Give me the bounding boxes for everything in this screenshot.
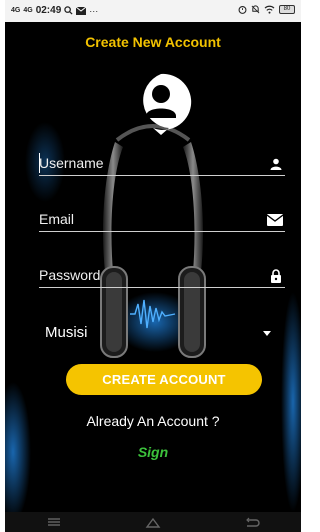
caret-down-icon	[263, 331, 271, 336]
role-dropdown[interactable]: Musisi	[45, 322, 275, 346]
signal-indicator-2: 4G	[23, 7, 33, 14]
password-field[interactable]: Password	[39, 265, 285, 288]
create-account-button[interactable]: CREATE ACCOUNT	[66, 364, 262, 395]
page-title: Create New Account	[85, 34, 221, 50]
battery-icon: 80	[279, 5, 295, 14]
profile-avatar-icon	[143, 73, 192, 135]
search-status-icon	[64, 6, 73, 15]
lock-icon	[271, 269, 281, 283]
email-placeholder: Email	[39, 211, 75, 227]
username-field[interactable]: Username	[39, 153, 285, 176]
back-icon[interactable]	[244, 515, 260, 529]
notification-off-icon	[251, 5, 260, 14]
username-placeholder: Username	[39, 155, 104, 171]
status-left: 4G 4G 02:49 ···	[11, 5, 98, 16]
status-more: ···	[89, 5, 99, 16]
email-field[interactable]: Email	[39, 209, 285, 232]
password-placeholder: Password	[39, 267, 101, 283]
status-bar: 4G 4G 02:49 ··· 80	[5, 0, 301, 22]
phone-screen: 4G 4G 02:49 ··· 80 Create New Account Us…	[5, 0, 301, 532]
status-time: 02:49	[35, 5, 62, 16]
mail-icon	[267, 214, 283, 226]
signal-indicator-1: 4G	[11, 7, 21, 14]
message-status-icon	[76, 6, 87, 15]
sign-in-link[interactable]: Sign	[5, 444, 301, 460]
wifi-icon	[264, 5, 275, 14]
home-icon[interactable]	[145, 515, 161, 529]
system-nav-bar	[5, 512, 301, 532]
status-right: 80	[238, 5, 295, 14]
alarm-icon	[238, 5, 247, 14]
user-icon	[270, 158, 282, 170]
already-account-text: Already An Account ?	[86, 413, 220, 429]
menu-icon[interactable]	[46, 515, 62, 529]
role-selected-value: Musisi	[45, 324, 88, 341]
